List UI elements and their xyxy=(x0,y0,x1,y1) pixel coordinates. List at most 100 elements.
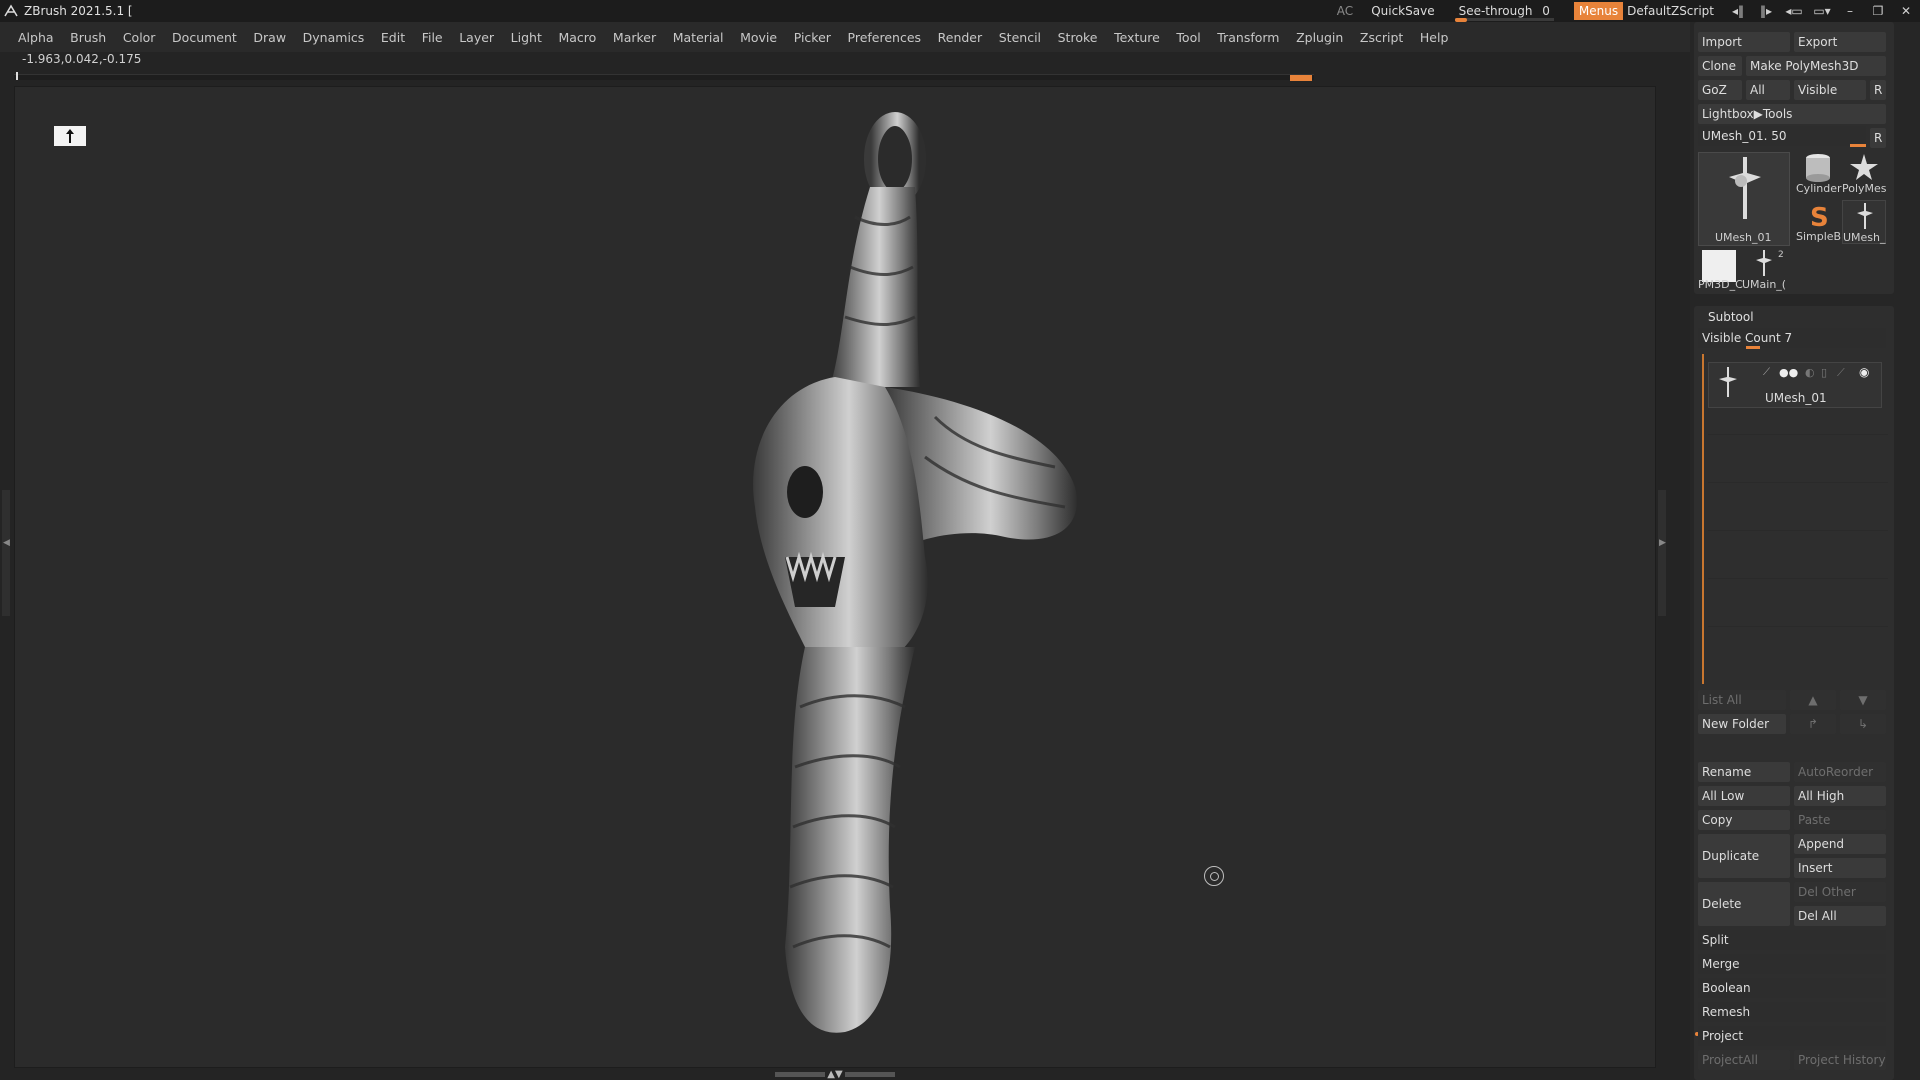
menu-layer[interactable]: Layer xyxy=(459,30,494,45)
folder-down-icon[interactable]: ↳ xyxy=(1840,714,1886,734)
delete-button[interactable]: Delete xyxy=(1698,882,1790,926)
menu-help[interactable]: Help xyxy=(1420,30,1449,45)
all-low-button[interactable]: All Low xyxy=(1698,786,1790,806)
subtool-brush-icon[interactable]: ⟋ xyxy=(1763,367,1770,378)
goz-all-button[interactable]: All xyxy=(1746,80,1790,100)
quicksave-button[interactable]: QuickSave xyxy=(1371,4,1434,18)
subtool-dynamesh-icon[interactable]: ◐ xyxy=(1805,366,1815,379)
menu-edit[interactable]: Edit xyxy=(381,30,405,45)
subtool-visibility-eye-icon[interactable]: ◉ xyxy=(1859,365,1869,379)
menu-transform[interactable]: Transform xyxy=(1217,30,1279,45)
window-dock-icon[interactable]: ▭▾ xyxy=(1808,4,1836,18)
folder-up-icon[interactable]: ↱ xyxy=(1790,714,1836,734)
goz-visible-button[interactable]: Visible xyxy=(1794,80,1866,100)
close-icon[interactable]: ✕ xyxy=(1892,4,1920,18)
merge-section[interactable]: Merge xyxy=(1698,954,1886,974)
current-tool-slider-knob[interactable] xyxy=(1850,144,1866,147)
menu-preferences[interactable]: Preferences xyxy=(848,30,922,45)
export-button[interactable]: Export xyxy=(1794,32,1886,52)
layout-prev-icon[interactable]: ◂‖ xyxy=(1724,4,1752,18)
menu-movie[interactable]: Movie xyxy=(740,30,777,45)
menus-toggle-button[interactable]: Menus xyxy=(1573,2,1624,20)
clone-button[interactable]: Clone xyxy=(1698,56,1742,76)
subtool-scroll-rail[interactable] xyxy=(1702,354,1704,684)
timeline-cursor[interactable] xyxy=(1290,75,1312,81)
all-high-button[interactable]: All High xyxy=(1794,786,1886,806)
autoreorder-button[interactable]: AutoReorder xyxy=(1794,762,1886,782)
current-tool-slider[interactable]: UMesh_01. 50 xyxy=(1698,126,1866,146)
menu-tool[interactable]: Tool xyxy=(1176,30,1200,45)
lightbox-tools-button[interactable]: Lightbox▶Tools xyxy=(1698,104,1886,124)
import-button[interactable]: Import xyxy=(1698,32,1790,52)
copy-button[interactable]: Copy xyxy=(1698,810,1790,830)
tool-thumb-simplebrush[interactable]: S SimpleB xyxy=(1796,200,1841,244)
rename-button[interactable]: Rename xyxy=(1698,762,1790,782)
menu-macro[interactable]: Macro xyxy=(558,30,596,45)
remesh-section[interactable]: Remesh xyxy=(1698,1002,1886,1022)
seethrough-slider[interactable]: See-through 0 xyxy=(1453,4,1556,22)
menu-material[interactable]: Material xyxy=(673,30,724,45)
list-all-button[interactable]: List All xyxy=(1698,690,1786,710)
default-zscript-button[interactable]: DefaultZScript xyxy=(1627,4,1714,18)
menu-render[interactable]: Render xyxy=(938,30,983,45)
goz-r-button[interactable]: R xyxy=(1870,80,1886,100)
project-section[interactable]: Project xyxy=(1698,1026,1886,1046)
menu-texture[interactable]: Texture xyxy=(1114,30,1160,45)
del-all-button[interactable]: Del All xyxy=(1794,906,1886,926)
project-history-button[interactable]: Project History xyxy=(1794,1050,1886,1070)
menu-marker[interactable]: Marker xyxy=(613,30,656,45)
subtool-edit-icon[interactable]: ⟋ xyxy=(1837,366,1845,380)
menu-light[interactable]: Light xyxy=(511,30,542,45)
right-tray-toggle[interactable]: ▶ xyxy=(1658,490,1666,616)
menu-file[interactable]: File xyxy=(422,30,443,45)
menu-zplugin[interactable]: Zplugin xyxy=(1296,30,1343,45)
bottom-tray-toggle[interactable]: ▲▼ xyxy=(770,1068,900,1080)
visible-count-knob[interactable] xyxy=(1746,346,1760,349)
tool-thumb-pm3d[interactable]: PM3D_C xyxy=(1698,248,1743,292)
duplicate-button[interactable]: Duplicate xyxy=(1698,834,1790,878)
left-tray-toggle[interactable]: ◀ xyxy=(2,490,10,616)
tool-thumb-umain[interactable]: 2 UMain_( xyxy=(1742,248,1786,292)
sculpt-model[interactable] xyxy=(15,87,1657,1069)
visible-count-slider[interactable]: Visible Count 7 xyxy=(1698,328,1886,348)
tool-thumb-polymesh[interactable]: PolyMes xyxy=(1842,152,1887,196)
menu-draw[interactable]: Draw xyxy=(253,30,286,45)
make-polymesh3d-button[interactable]: Make PolyMesh3D xyxy=(1746,56,1886,76)
projectall-button[interactable]: ProjectAll xyxy=(1698,1050,1790,1070)
move-up-icon[interactable]: ▲ xyxy=(1790,690,1836,710)
paste-button[interactable]: Paste xyxy=(1794,810,1886,830)
tool-thumb-cylinder[interactable]: Cylinder xyxy=(1796,152,1842,196)
subtool-polypaint-icon[interactable]: ●● xyxy=(1779,366,1798,379)
ui-swap-icon[interactable]: ◂▭ xyxy=(1780,4,1808,18)
move-down-icon[interactable]: ▼ xyxy=(1840,690,1886,710)
new-folder-button[interactable]: New Folder xyxy=(1698,714,1786,734)
subtool-header[interactable]: Subtool xyxy=(1708,310,1754,324)
goz-button[interactable]: GoZ xyxy=(1698,80,1742,100)
menu-document[interactable]: Document xyxy=(172,30,237,45)
menu-picker[interactable]: Picker xyxy=(794,30,831,45)
timeline-track[interactable] xyxy=(14,74,1314,80)
restore-icon[interactable]: ❐ xyxy=(1864,4,1892,18)
menu-color[interactable]: Color xyxy=(123,30,156,45)
tool-thumb-umesh[interactable]: UMesh_01 xyxy=(1698,152,1790,246)
layout-next-icon[interactable]: ‖▸ xyxy=(1752,4,1780,18)
insert-button[interactable]: Insert xyxy=(1794,858,1886,878)
del-other-button[interactable]: Del Other xyxy=(1794,882,1886,902)
tool-thumb-umesh-small[interactable]: UMesh_ xyxy=(1842,200,1886,244)
menu-stencil[interactable]: Stencil xyxy=(999,30,1041,45)
menu-alpha[interactable]: Alpha xyxy=(18,30,54,45)
append-button[interactable]: Append xyxy=(1794,834,1886,854)
menu-zscript[interactable]: Zscript xyxy=(1360,30,1403,45)
split-section[interactable]: Split xyxy=(1698,930,1886,950)
subtool-row-umesh[interactable]: ⟋ ●● ◐ ▯ ⟋ ◉ UMesh_01 xyxy=(1708,362,1882,408)
tool-r-button[interactable]: R xyxy=(1870,128,1886,148)
minimize-icon[interactable]: – xyxy=(1836,4,1864,18)
document-canvas[interactable] xyxy=(14,86,1656,1068)
menu-stroke[interactable]: Stroke xyxy=(1058,30,1098,45)
document-orientation-icon[interactable] xyxy=(54,126,86,146)
menu-brush[interactable]: Brush xyxy=(70,30,106,45)
ac-button[interactable]: AC xyxy=(1337,4,1353,18)
subtool-folder-icon[interactable]: ▯ xyxy=(1821,366,1827,379)
menu-dynamics[interactable]: Dynamics xyxy=(303,30,365,45)
boolean-section[interactable]: Boolean xyxy=(1698,978,1886,998)
